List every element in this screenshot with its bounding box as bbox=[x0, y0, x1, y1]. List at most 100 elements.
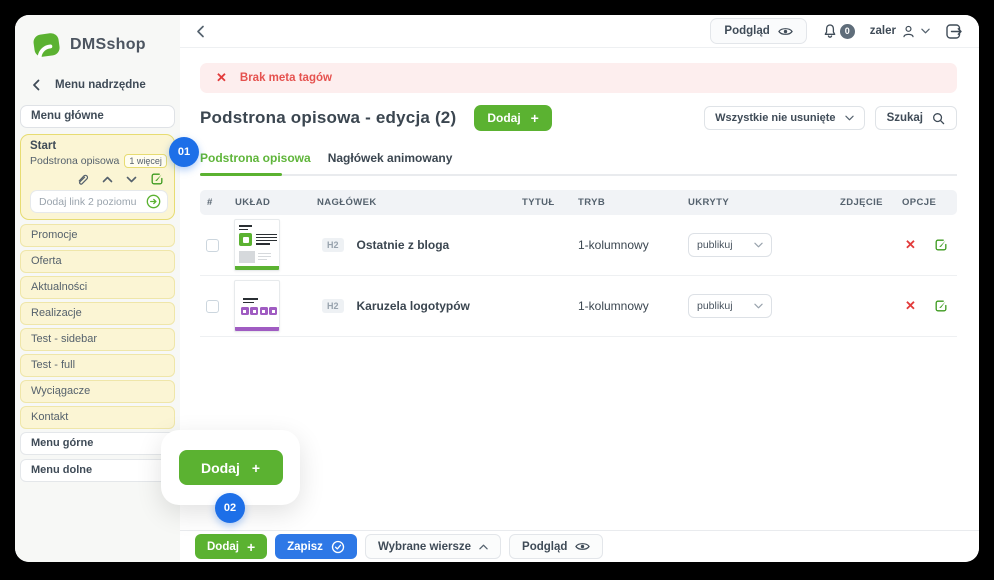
heading-tag-chip: H2 bbox=[322, 238, 344, 252]
plus-icon: + bbox=[252, 460, 260, 476]
active-tab-indicator bbox=[200, 173, 282, 176]
row-tryb: 1-kolumnowy bbox=[578, 299, 688, 313]
table-header-row: # UKŁAD NAGŁÓWEK TYTUŁ TRYB UKRYTY ZDJĘC… bbox=[200, 190, 957, 215]
chevron-up-icon bbox=[479, 544, 488, 550]
sections-table: # UKŁAD NAGŁÓWEK TYTUŁ TRYB UKRYTY ZDJĘC… bbox=[200, 190, 957, 337]
col-tytul: TYTUŁ bbox=[522, 197, 578, 208]
notifications-button[interactable]: 0 bbox=[822, 23, 855, 40]
eye-icon bbox=[778, 26, 793, 37]
sidebar-item-oferta[interactable]: Oferta bbox=[20, 250, 175, 273]
footer-add-label: Dodaj bbox=[207, 541, 239, 553]
floating-add-button[interactable]: Dodaj + bbox=[179, 450, 283, 485]
row-checkbox[interactable] bbox=[206, 300, 219, 313]
notification-count-badge: 0 bbox=[840, 24, 855, 39]
col-hash: # bbox=[200, 197, 230, 208]
chevron-down-icon bbox=[845, 115, 854, 121]
add-button-label: Dodaj bbox=[487, 111, 520, 125]
logo: DMSshop bbox=[31, 29, 175, 60]
col-opcje: OPCJE bbox=[902, 197, 957, 208]
page-title: Podstrona opisowa - edycja (2) bbox=[200, 108, 456, 128]
sidebar-item-test-full[interactable]: Test - full bbox=[20, 354, 175, 377]
footer-add-button[interactable]: Dodaj + bbox=[195, 534, 267, 559]
tab-underline bbox=[200, 174, 957, 176]
app-window: DMSshop Menu nadrzędne Menu główne Start… bbox=[15, 15, 979, 562]
move-up-icon[interactable] bbox=[102, 176, 113, 183]
filter-value: Wszystkie nie usunięte bbox=[715, 112, 835, 124]
chevron-down-icon bbox=[754, 242, 763, 248]
attachment-icon[interactable] bbox=[76, 173, 89, 186]
logout-icon[interactable] bbox=[945, 23, 963, 40]
add-button[interactable]: Dodaj + bbox=[474, 105, 552, 131]
heading-tag-chip: H2 bbox=[322, 299, 344, 313]
check-circle-icon bbox=[331, 540, 345, 554]
parent-menu-back[interactable]: Menu nadrzędne bbox=[32, 79, 175, 91]
floating-add-label: Dodaj bbox=[201, 460, 240, 476]
meta-tags-alert: ✕ Brak meta tagów bbox=[200, 63, 957, 93]
chevron-left-icon bbox=[32, 79, 40, 91]
ukryty-select[interactable]: publikuj bbox=[688, 294, 772, 318]
ukryty-select[interactable]: publikuj bbox=[688, 233, 772, 257]
edit-row-icon[interactable] bbox=[934, 299, 948, 313]
user-icon bbox=[901, 24, 916, 39]
delete-row-icon[interactable]: ✕ bbox=[905, 298, 916, 314]
ukryty-value: publikuj bbox=[697, 300, 733, 312]
eye-icon bbox=[575, 541, 590, 552]
tab-naglowek-animowany[interactable]: Nagłówek animowany bbox=[328, 151, 453, 174]
preview-button[interactable]: Podgląd bbox=[710, 18, 806, 44]
tab-podstrona-opisowa[interactable]: Podstrona opisowa bbox=[200, 151, 311, 174]
preview-button-label: Podgląd bbox=[724, 25, 769, 37]
col-uklad: UKŁAD bbox=[230, 197, 317, 208]
save-label: Zapisz bbox=[287, 541, 323, 553]
annotation-step-2-badge: 02 bbox=[215, 493, 245, 523]
plus-icon: + bbox=[531, 110, 539, 126]
bell-icon bbox=[822, 23, 838, 40]
sidebar-item-realizacje[interactable]: Realizacje bbox=[20, 302, 175, 325]
layout-thumbnail-blog bbox=[234, 219, 280, 271]
annotation-step-1-badge: 01 bbox=[169, 137, 199, 167]
dmsshop-leaf-logo-icon bbox=[31, 29, 62, 60]
footer-action-bar: Dodaj + Zapisz Wybrane wiersze Podgląd bbox=[180, 530, 979, 562]
row-heading: Karuzela logotypów bbox=[357, 299, 470, 313]
user-menu[interactable]: zaler bbox=[870, 24, 930, 39]
footer-preview-label: Podgląd bbox=[522, 541, 567, 553]
edit-row-icon[interactable] bbox=[934, 238, 948, 252]
sidebar-item-menu-dolne[interactable]: Menu dolne bbox=[20, 459, 175, 482]
tab-bar: Podstrona opisowa Nagłówek animowany bbox=[200, 151, 957, 174]
sidebar: DMSshop Menu nadrzędne Menu główne Start… bbox=[15, 15, 180, 562]
col-zdjecie: ZDJĘCIE bbox=[840, 197, 902, 208]
submit-arrow-icon[interactable] bbox=[146, 194, 161, 209]
footer-preview-button[interactable]: Podgląd bbox=[509, 534, 603, 559]
sidebar-item-promocje[interactable]: Promocje bbox=[20, 224, 175, 247]
selected-rows-label: Wybrane wiersze bbox=[378, 541, 471, 553]
filter-dropdown[interactable]: Wszystkie nie usunięte bbox=[704, 106, 864, 130]
col-tryb: TRYB bbox=[578, 197, 688, 208]
table-row: H2 Ostatnie z bloga 1-kolumnowy publikuj… bbox=[200, 215, 957, 276]
sidebar-item-menu-glowne[interactable]: Menu główne bbox=[20, 105, 175, 128]
add-sublink-input[interactable] bbox=[39, 196, 142, 208]
save-button[interactable]: Zapisz bbox=[275, 534, 357, 559]
row-checkbox[interactable] bbox=[206, 239, 219, 252]
sidebar-item-kontakt[interactable]: Kontakt bbox=[20, 406, 175, 429]
edit-icon[interactable] bbox=[150, 172, 164, 186]
back-chevron-icon[interactable] bbox=[196, 25, 205, 38]
add-sublink-input-wrap bbox=[30, 190, 168, 213]
plus-icon: + bbox=[247, 539, 255, 555]
sidebar-start-card[interactable]: Start Podstrona opisowa 1 więcej bbox=[20, 134, 175, 220]
chevron-down-icon bbox=[921, 28, 930, 34]
delete-row-icon[interactable]: ✕ bbox=[905, 237, 916, 253]
search-button[interactable]: Szukaj bbox=[875, 106, 957, 130]
move-down-icon[interactable] bbox=[126, 176, 137, 183]
ukryty-value: publikuj bbox=[697, 239, 733, 251]
topbar: Podgląd 0 zaler bbox=[180, 15, 979, 48]
col-naglowek: NAGŁÓWEK bbox=[317, 197, 522, 208]
row-heading: Ostatnie z bloga bbox=[357, 238, 450, 252]
sidebar-item-wyciagacze[interactable]: Wyciągacze bbox=[20, 380, 175, 403]
alert-message: Brak meta tagów bbox=[240, 72, 332, 84]
sidebar-item-menu-gorne[interactable]: Menu górne bbox=[20, 432, 175, 455]
selected-rows-button[interactable]: Wybrane wiersze bbox=[365, 534, 501, 559]
start-title: Start bbox=[30, 140, 168, 152]
search-icon bbox=[932, 112, 945, 125]
sidebar-item-test-sidebar[interactable]: Test - sidebar bbox=[20, 328, 175, 351]
sidebar-item-aktualnosci[interactable]: Aktualności bbox=[20, 276, 175, 299]
alert-close-icon: ✕ bbox=[216, 70, 227, 86]
